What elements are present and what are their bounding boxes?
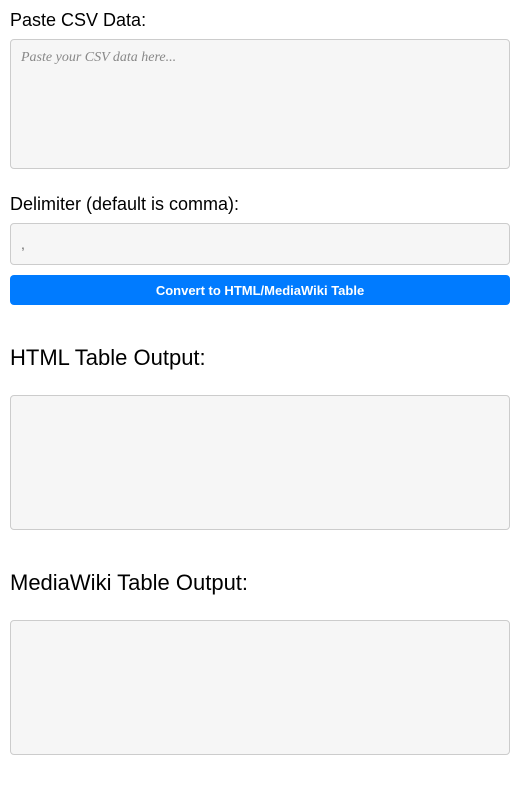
delimiter-input[interactable] bbox=[10, 223, 510, 265]
html-output-heading: HTML Table Output: bbox=[10, 345, 510, 371]
convert-button[interactable]: Convert to HTML/MediaWiki Table bbox=[10, 275, 510, 305]
html-output-box bbox=[10, 395, 510, 530]
delimiter-label: Delimiter (default is comma): bbox=[10, 194, 510, 215]
csv-data-label: Paste CSV Data: bbox=[10, 10, 510, 31]
mediawiki-output-heading: MediaWiki Table Output: bbox=[10, 570, 510, 596]
mediawiki-output-box bbox=[10, 620, 510, 755]
csv-data-textarea[interactable] bbox=[10, 39, 510, 169]
